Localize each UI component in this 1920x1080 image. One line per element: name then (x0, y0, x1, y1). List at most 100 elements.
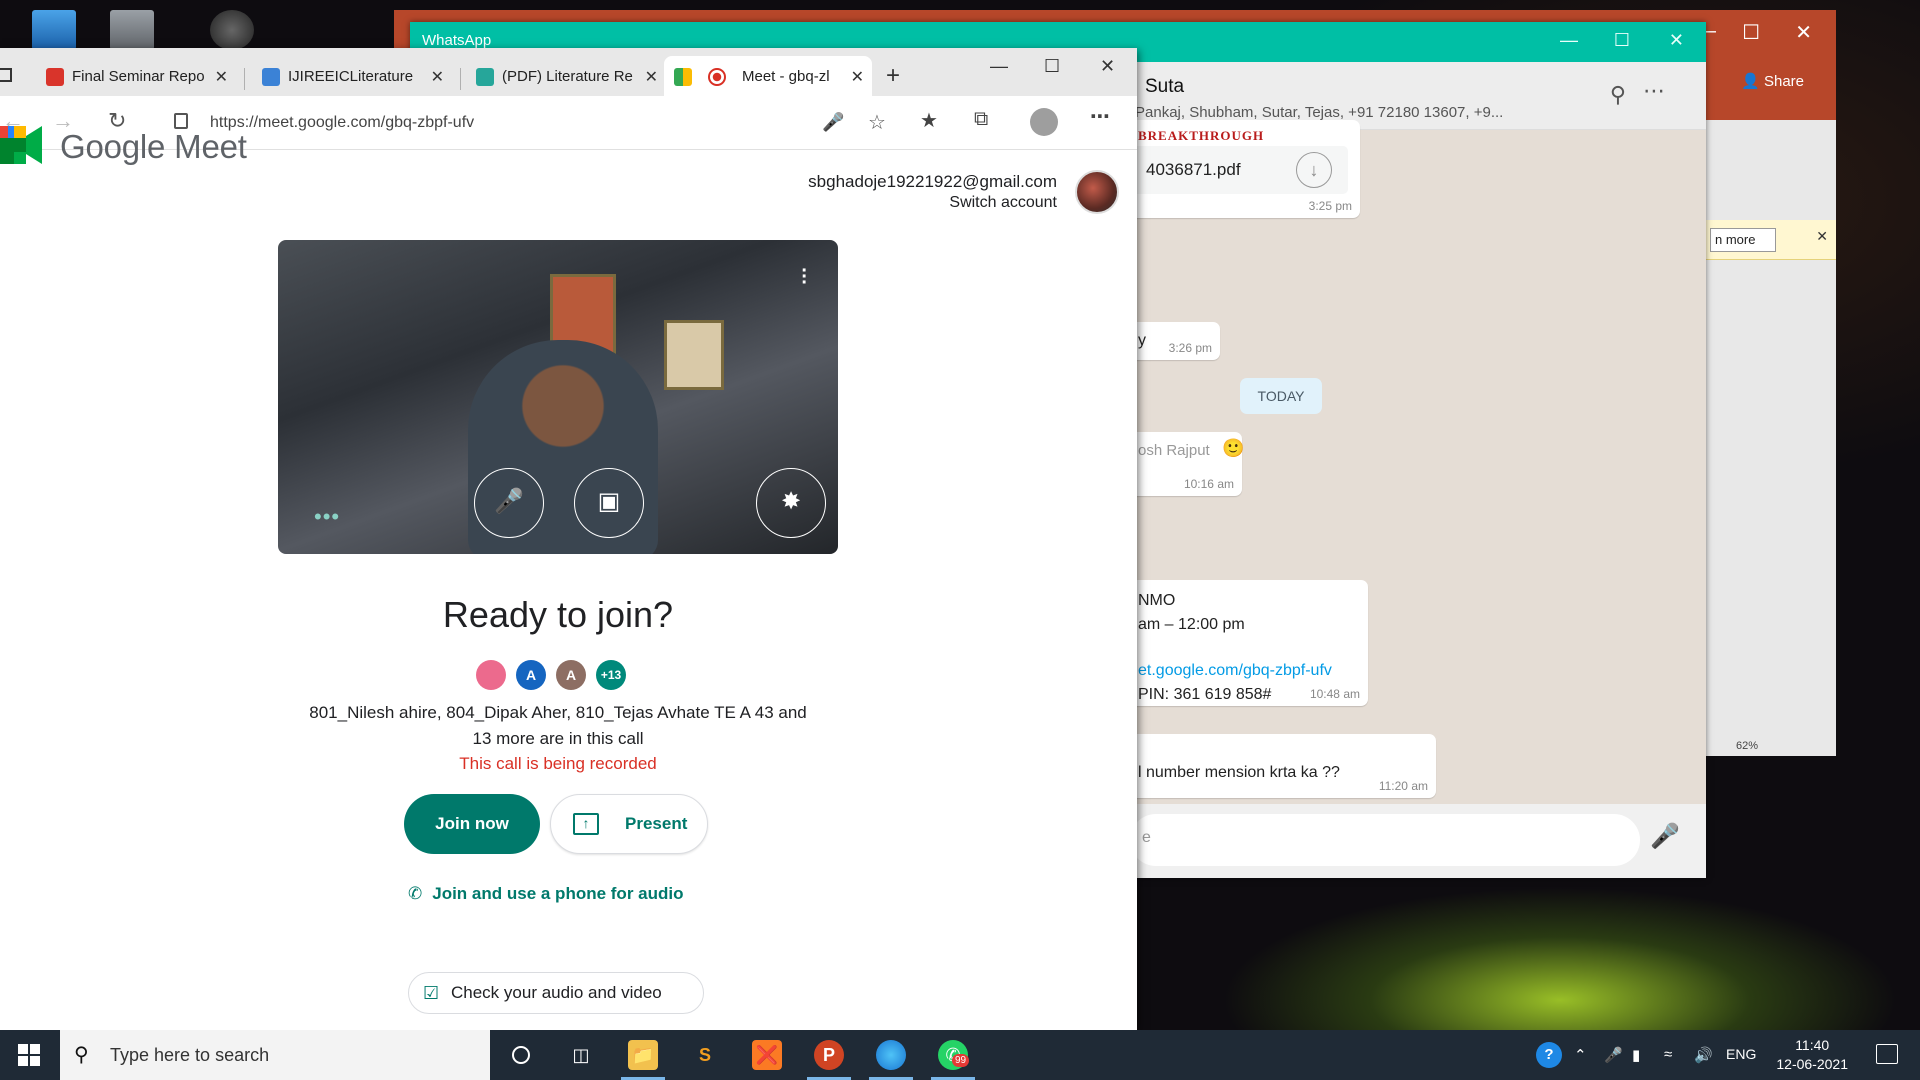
file-explorer-icon[interactable]: 📁 (628, 1040, 658, 1070)
whatsapp-title: WhatsApp (422, 32, 492, 49)
volume-icon[interactable]: 🔊 (1694, 1046, 1713, 1064)
close-tab-icon[interactable]: ✕ (851, 67, 864, 87)
message-time: 11:20 am (1378, 779, 1428, 793)
edge-icon[interactable] (876, 1040, 906, 1070)
visual-effects-button[interactable]: ✸ (756, 468, 826, 538)
wa-maximize-icon[interactable]: ☐ (1614, 30, 1630, 51)
profile-avatar[interactable] (1030, 108, 1058, 136)
participant-count-badge: +13 (596, 660, 626, 690)
chat-members: Pankaj, Shubham, Sutar, Tejas, +91 72180… (1135, 104, 1504, 121)
banner-text: BREAKTHROUGH (1138, 128, 1265, 143)
wifi-icon[interactable]: ≈ (1664, 1046, 1672, 1063)
microphone-tray-icon[interactable]: 🎤 (1604, 1046, 1623, 1064)
present-button[interactable]: ↑ Present (550, 794, 708, 854)
tab-meet[interactable]: Meet - gbq-zl ✕ (664, 56, 872, 96)
ppt-maximize-icon[interactable]: ☐ (1742, 20, 1760, 45)
xampp-icon[interactable]: ❌ (752, 1040, 782, 1070)
video-preview: · · · 🎤 ▣ ✸ ••• (278, 240, 838, 554)
close-tab-icon[interactable]: ✕ (645, 67, 658, 87)
check-audio-video-label: Check your audio and video (451, 983, 662, 1002)
meet-link-message[interactable]: NMO am – 12:00 pm et.google.com/gbq-zbpf… (1128, 580, 1368, 706)
favorites-icon[interactable]: ★ (920, 108, 938, 133)
meet-link[interactable]: et.google.com/gbq-zbpf-ufv (1138, 662, 1332, 680)
message-input[interactable]: e (1130, 814, 1640, 866)
video-more-icon[interactable]: · · · (801, 261, 808, 293)
more-options-icon[interactable]: ••• (314, 504, 340, 530)
maximize-icon[interactable]: ☐ (1044, 56, 1060, 77)
desktop-app-icon[interactable] (210, 10, 254, 50)
download-icon[interactable]: ↓ (1296, 152, 1332, 188)
tab-ijireeic[interactable]: IJIREEICLiterature ✕ (252, 56, 452, 96)
tab-label: Meet - gbq-zl (742, 68, 830, 85)
language-indicator[interactable]: ENG (1726, 1046, 1756, 1062)
ppt-bar-close-icon[interactable]: ✕ (1816, 228, 1828, 245)
system-clock[interactable]: 11:40 12-06-2021 (1776, 1036, 1848, 1074)
ppt-zoom-level[interactable]: 62% (1702, 740, 1836, 756)
taskbar-search[interactable]: ⚲ Type here to search (60, 1030, 490, 1080)
in-call-line: 801_Nilesh ahire, 804_Dipak Aher, 810_Te… (309, 703, 807, 722)
desktop-recycle-icon[interactable] (110, 10, 154, 50)
search-icon: ⚲ (74, 1044, 89, 1066)
microphone-toggle[interactable]: 🎤 (474, 468, 544, 538)
join-now-button[interactable]: Join now (404, 794, 540, 854)
url-field[interactable]: https://meet.google.com/gbq-zbpf-ufv 🎤 ☆ (156, 104, 896, 142)
message-text: l number mension krta ka ?? (1138, 764, 1340, 781)
message-time: 3:26 pm (1168, 341, 1212, 355)
date-divider: TODAY (1240, 378, 1322, 414)
mic-icon[interactable]: 🎤 (1650, 822, 1680, 851)
settings-more-icon[interactable]: ⋯ (1090, 104, 1110, 129)
help-icon[interactable]: ? (1536, 1042, 1562, 1068)
close-tab-icon[interactable]: ✕ (215, 67, 228, 87)
wa-minimize-icon[interactable]: — (1560, 30, 1578, 51)
recording-icon (708, 68, 726, 86)
phone-audio-link[interactable]: ✆ Join and use a phone for audio (408, 884, 684, 904)
tab-actions-icon[interactable] (0, 68, 12, 82)
ppt-close-icon[interactable]: ✕ (1795, 20, 1812, 45)
battery-icon[interactable]: ▮ (1632, 1046, 1640, 1064)
close-tab-icon[interactable]: ✕ (431, 67, 444, 87)
google-meet-logo (0, 126, 42, 164)
tab-label: Final Seminar Repo (72, 68, 205, 85)
participant-avatar: A (516, 660, 546, 690)
meet-brand: Google Meet (60, 128, 247, 165)
add-favorite-icon[interactable]: ☆ (868, 110, 886, 135)
tab-final-seminar[interactable]: Final Seminar Repo ✕ (36, 56, 236, 96)
search-icon[interactable]: ⚲ (1610, 82, 1626, 108)
in-call-line: 13 more are in this call (472, 729, 644, 748)
cortana-icon[interactable] (506, 1040, 536, 1070)
pdf-message[interactable]: BREAKTHROUGH 4036871.pdf ↓ 3:25 pm (1128, 120, 1360, 218)
sublime-text-icon[interactable]: S (690, 1040, 720, 1070)
notification-center-icon[interactable] (1876, 1044, 1898, 1064)
minimize-icon[interactable]: — (990, 56, 1008, 77)
message-bubble[interactable]: l number mension krta ka ?? 11:20 am (1128, 734, 1436, 798)
message-time: 10:48 am (1309, 687, 1360, 701)
phone-icon: ✆ (408, 884, 423, 903)
ppt-learn-more-button[interactable]: n more (1710, 228, 1776, 252)
pdf-attachment[interactable]: 4036871.pdf ↓ (1128, 146, 1348, 194)
more-options-icon[interactable]: ⋯ (1643, 78, 1666, 104)
message-bubble[interactable]: osh Rajput 🙂 10:16 am (1128, 432, 1245, 496)
windows-start-icon[interactable] (18, 1044, 40, 1066)
present-icon: ↑ (573, 813, 599, 835)
camera-toggle[interactable]: ▣ (574, 468, 644, 538)
emoji-icon: 🙂 (1222, 438, 1245, 458)
tab-pdf-literature[interactable]: (PDF) Literature Re ✕ (466, 56, 666, 96)
switch-account-link[interactable]: Switch account (949, 194, 1057, 212)
powerpoint-icon[interactable]: P (814, 1040, 844, 1070)
browser-window: Final Seminar Repo ✕ IJIREEICLiterature … (0, 48, 1137, 1030)
ppt-share-label: Share (1763, 73, 1804, 90)
desktop-computer-icon[interactable] (32, 10, 76, 50)
message-bubble[interactable]: y 3:26 pm (1128, 322, 1220, 360)
check-audio-video-button[interactable]: ☑ Check your audio and video (408, 972, 704, 1014)
wa-close-icon[interactable]: ✕ (1669, 30, 1684, 51)
mic-icon[interactable]: 🎤 (822, 112, 844, 133)
url-text: https://meet.google.com/gbq-zbpf-ufv (210, 114, 475, 131)
ppt-share-button[interactable]: 👤 Share (1741, 72, 1804, 90)
task-view-icon[interactable]: ◫ (566, 1040, 596, 1070)
show-hidden-icons[interactable]: ⌃ (1574, 1046, 1587, 1064)
new-tab-icon[interactable]: + (886, 62, 900, 90)
close-window-icon[interactable]: ✕ (1100, 56, 1115, 77)
collections-icon[interactable]: ⧉ (974, 108, 988, 131)
account-avatar[interactable] (1075, 170, 1119, 214)
researchgate-icon (476, 68, 494, 86)
